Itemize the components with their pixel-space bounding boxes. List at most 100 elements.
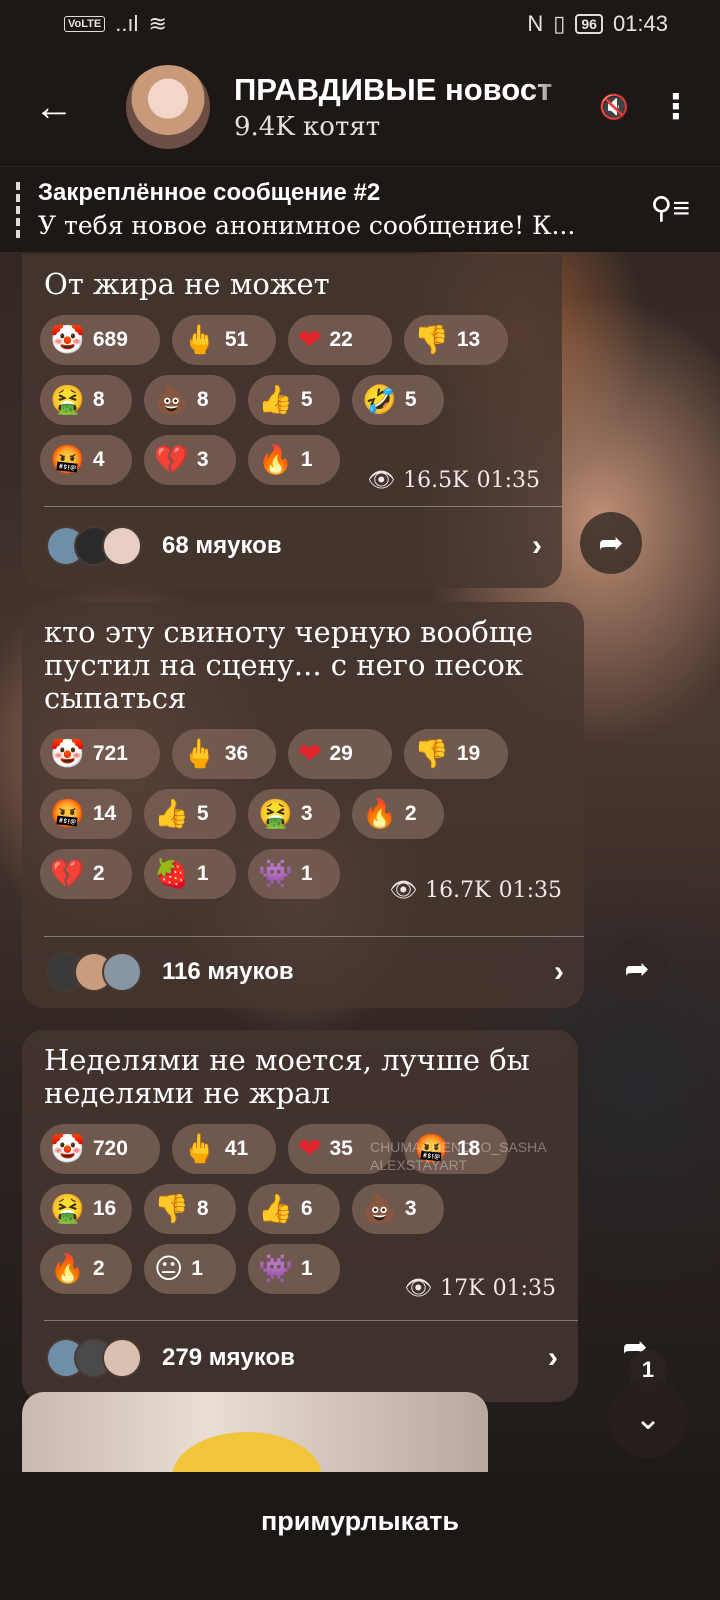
views-eye-icon: 👁 (404, 1276, 433, 1301)
scroll-to-bottom-button[interactable]: ⌄ (608, 1378, 688, 1458)
reaction-chip[interactable]: 🤮 8 (40, 375, 132, 425)
channel-avatar[interactable] (126, 65, 210, 149)
pinned-indicator (16, 181, 20, 238)
reactions-list: 🤡 689 🖕 51 ❤ 22 👎 13 🤮 8 💩 8 👍 5 🤣 5 🤬 4 💔 3 🔥 1 (22, 309, 542, 485)
reaction-chip[interactable]: 🤣 5 (352, 375, 444, 425)
message-meta: 👁 17K 01:35 (404, 1276, 556, 1301)
reaction-chip[interactable]: 🤮 3 (248, 789, 340, 839)
reaction-chip[interactable]: 👍 6 (248, 1184, 340, 1234)
comments-link[interactable]: 116 мяуков › (46, 942, 564, 1002)
reaction-chip[interactable]: ❤ 29 (288, 729, 392, 779)
comments-link[interactable]: 279 мяуков › (46, 1328, 558, 1388)
message-time: 01:35 (476, 468, 540, 493)
views-count: 17K (440, 1276, 485, 1301)
reaction-chip[interactable]: 🤡 689 (40, 315, 160, 365)
views-eye-icon: 👁 (389, 878, 418, 903)
share-button[interactable]: ➦ (606, 938, 668, 1000)
reaction-chip[interactable]: 💔 2 (40, 849, 132, 899)
channel-title-block[interactable]: ПРАВДИВЫЕ новост 9.4K котят (234, 72, 579, 142)
views-eye-icon: 👁 (367, 468, 396, 493)
reaction-chip[interactable]: 👍 5 (144, 789, 236, 839)
cursing-face-emoji-icon: 🤬 (50, 443, 85, 476)
battery-icon: 96 (575, 14, 603, 34)
vibrate-icon: ▯ (553, 11, 566, 36)
poop-emoji-icon: 💩 (154, 383, 189, 416)
join-channel-button[interactable]: примурлыкать (261, 1506, 459, 1567)
reaction-chip[interactable]: 🤡 720 (40, 1124, 160, 1174)
message-bubble[interactable]: Неделями не моется, лучше бы неделями не… (22, 1030, 578, 1402)
reaction-chip[interactable]: 🤡 721 (40, 729, 160, 779)
alien-monster-emoji-icon: 👾 (258, 857, 293, 890)
message-bubble[interactable]: кто эту свиноту черную вообще пустил на … (22, 602, 584, 1008)
chevron-right-icon: › (532, 529, 542, 562)
broken-heart-emoji-icon: 💔 (50, 857, 85, 890)
vomit-emoji-icon: 🤮 (50, 383, 85, 416)
reaction-chip[interactable]: 👎 8 (144, 1184, 236, 1234)
comments-link[interactable]: 68 мяуков › (46, 516, 542, 576)
message-meta: 👁 16.7K 01:35 (389, 878, 562, 903)
middle-finger-emoji-icon: 🖕 (182, 737, 217, 770)
heart-emoji-icon: ❤ (298, 1132, 322, 1165)
reactions-list: 🤡 721 🖕 36 ❤ 29 👎 19 🤬 14 👍 5 🤮 3 🔥 2 💔 2 🍓 1 👾 1 (22, 723, 542, 899)
reaction-chip[interactable]: 👎 13 (404, 315, 508, 365)
message-text: Неделями не моется, лучше бы неделями не… (44, 1043, 530, 1110)
cursing-face-emoji-icon: 🤬 (50, 797, 85, 830)
vomit-emoji-icon: 🤮 (258, 797, 293, 830)
reaction-chip[interactable]: 🤮 16 (40, 1184, 132, 1234)
reaction-chip[interactable]: 🔥 2 (40, 1244, 132, 1294)
chevron-down-icon: ⌄ (634, 1400, 662, 1436)
reaction-chip[interactable]: 🔥 1 (248, 435, 340, 485)
thumbs-down-emoji-icon: 👎 (154, 1192, 189, 1225)
reaction-chip[interactable]: 🔥 2 (352, 789, 444, 839)
reaction-chip[interactable]: 👾 1 (248, 849, 340, 899)
pinned-title: Закреплённое сообщение #2 (38, 179, 381, 206)
reaction-chip[interactable]: 🖕 51 (172, 315, 276, 365)
message-text: кто эту свиноту черную вообще пустил на … (44, 615, 534, 715)
middle-finger-emoji-icon: 🖕 (182, 323, 217, 356)
neutral-face-emoji-icon: 😐 (154, 1252, 184, 1285)
wifi-icon: ≋ (148, 11, 167, 36)
reaction-chip[interactable]: 👍 5 (248, 375, 340, 425)
pinned-message-bar[interactable]: Закреплённое сообщение #2 У тебя новое а… (0, 166, 720, 252)
reaction-chip[interactable]: ❤ 22 (288, 315, 392, 365)
rofl-emoji-icon: 🤣 (362, 383, 397, 416)
reaction-chip[interactable]: 🍓 1 (144, 849, 236, 899)
thumbs-up-emoji-icon: 👍 (154, 797, 189, 830)
commenter-avatars (46, 526, 142, 566)
reaction-chip[interactable]: 🤬 4 (40, 435, 132, 485)
message-text: От жира не может (44, 267, 330, 301)
reaction-chip[interactable]: 💔 3 (144, 435, 236, 485)
message-meta: 👁 16.5K 01:35 (367, 468, 540, 493)
avatar (102, 952, 142, 992)
thumbs-up-emoji-icon: 👍 (258, 383, 293, 416)
pinned-list-icon[interactable]: ⚲≡ (651, 191, 690, 226)
muted-icon: 🔇 (599, 93, 629, 121)
reaction-chip[interactable]: 🖕 36 (172, 729, 276, 779)
reaction-chip[interactable]: 👾 1 (248, 1244, 340, 1294)
signal-icon: ..ıl (115, 11, 139, 36)
thumbs-down-emoji-icon: 👎 (414, 323, 449, 356)
fire-emoji-icon: 🔥 (50, 1252, 85, 1285)
message-time: 01:35 (498, 878, 562, 903)
share-arrow-icon: ➦ (624, 952, 650, 986)
comments-count: 116 мяуков (162, 958, 294, 985)
message-bubble[interactable]: От жира не может 🤡 689 🖕 51 ❤ 22 👎 13 🤮 8 💩 8 … (22, 254, 562, 588)
reaction-chip[interactable]: 💩 3 (352, 1184, 444, 1234)
reaction-chip[interactable]: 🤬 14 (40, 789, 132, 839)
reaction-chip[interactable]: 🖕 41 (172, 1124, 276, 1174)
share-button[interactable]: ➦ (580, 512, 642, 574)
avatar (102, 1338, 142, 1378)
more-menu-button[interactable]: ⋮ (659, 87, 693, 127)
avatar (102, 526, 142, 566)
reaction-chip[interactable]: 💩 8 (144, 375, 236, 425)
back-button[interactable]: ← (24, 77, 84, 137)
volte-icon: VoLTE (64, 16, 106, 32)
broken-heart-emoji-icon: 💔 (154, 443, 189, 476)
reaction-chip[interactable]: 😐 1 (144, 1244, 236, 1294)
media-message-preview[interactable] (22, 1392, 488, 1482)
middle-finger-emoji-icon: 🖕 (182, 1132, 217, 1165)
fire-emoji-icon: 🔥 (258, 443, 293, 476)
image-watermark: CHUMACHENCKO_SASHA ALEXSTAYART (370, 1139, 547, 1173)
message-time: 01:35 (492, 1276, 556, 1301)
reaction-chip[interactable]: 👎 19 (404, 729, 508, 779)
